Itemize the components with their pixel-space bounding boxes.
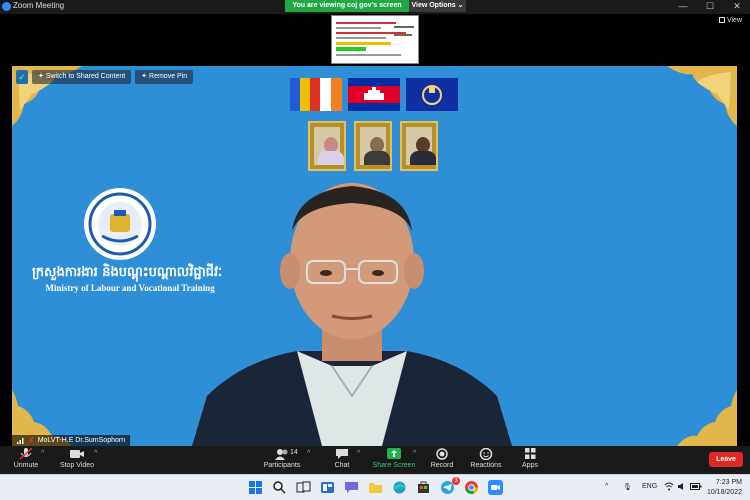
meeting-toolbar: Unmute ^ Stop Video ^ Participants 14 ^ …: [0, 446, 750, 474]
audio-options-caret-icon[interactable]: ^: [41, 450, 44, 457]
mic-muted-icon: [19, 448, 33, 460]
minimize-button[interactable]: —: [672, 0, 694, 12]
record-icon: [436, 448, 448, 460]
ministry-logo: [84, 188, 156, 260]
chat-icon: [336, 449, 348, 459]
file-explorer-icon[interactable]: [368, 480, 383, 495]
remove-pin-label: Remove Pin: [149, 73, 188, 80]
view-options-button[interactable]: View Options ⌄: [409, 0, 466, 12]
apps-icon: [525, 448, 536, 459]
battery-icon[interactable]: [690, 482, 702, 491]
apps-button[interactable]: Apps: [519, 448, 541, 469]
zoom-logo-icon: [2, 2, 11, 11]
zoom-window: Zoom Meeting You are viewing coj gov's s…: [0, 0, 750, 500]
share-screen-button[interactable]: Share Screen: [372, 448, 416, 469]
buddhist-flag: [290, 78, 342, 111]
speaker-video: [192, 183, 512, 446]
close-button[interactable]: ✕: [726, 0, 748, 12]
share-options-caret-icon[interactable]: ^: [413, 450, 416, 457]
portrait-queen-mother: [400, 121, 438, 171]
pin-icon: ✦: [38, 73, 46, 80]
wifi-icon[interactable]: [664, 482, 674, 491]
language-indicator[interactable]: ENG: [642, 483, 657, 490]
title-bar: Zoom Meeting You are viewing coj gov's s…: [0, 0, 750, 14]
pin-controls: ✓ ✦ Switch to Shared Content ✦ Remove Pi…: [16, 70, 194, 84]
ornament-bottom-left: [12, 390, 72, 446]
royal-flag: [406, 78, 458, 111]
signal-icon: [17, 438, 24, 444]
teams-chat-icon[interactable]: [344, 480, 359, 495]
participants-count: 14: [290, 449, 298, 456]
edge-browser-icon[interactable]: [392, 480, 407, 495]
mic-muted-icon: ✗: [28, 436, 35, 445]
search-icon[interactable]: [272, 480, 287, 495]
windows-taskbar: 3 ^ 🎙 ENG 7:23 PM 10/18/2022: [0, 474, 750, 500]
chat-options-caret-icon[interactable]: ^: [357, 450, 360, 457]
maximize-button[interactable]: ☐: [699, 0, 721, 12]
tray-overflow-caret-icon[interactable]: ^: [605, 483, 608, 490]
unmute-label: Unmute: [13, 462, 39, 469]
stop-video-button[interactable]: Stop Video: [58, 448, 96, 469]
leave-button[interactable]: Leave: [709, 452, 743, 467]
stop-video-label: Stop Video: [59, 462, 95, 469]
participant-name: MoLVT-H.E Dr.SumSophorn: [37, 437, 126, 444]
thumbnail-strip: View: [0, 14, 750, 66]
reactions-label: Reactions: [470, 462, 502, 469]
widgets-icon[interactable]: [320, 480, 335, 495]
view-options-label: View Options: [411, 2, 456, 9]
main-video: ✓ ✦ Switch to Shared Content ✦ Remove Pi…: [12, 66, 737, 446]
volume-icon[interactable]: [677, 482, 687, 491]
video-options-caret-icon[interactable]: ^: [94, 450, 97, 457]
participants-label: Participants: [263, 462, 301, 469]
unmute-button[interactable]: Unmute: [10, 448, 42, 469]
task-view-icon[interactable]: [296, 480, 311, 495]
grid-icon: [718, 17, 725, 24]
ornament-top-right: [667, 66, 737, 126]
view-label: View: [726, 17, 742, 24]
reactions-button[interactable]: Reactions: [470, 448, 502, 469]
video-camera-icon: [70, 450, 84, 458]
unpin-icon: ✦: [141, 73, 150, 80]
ornament-bottom-right: [677, 390, 737, 446]
view-button[interactable]: View: [718, 17, 742, 24]
shared-screen-thumbnail[interactable]: [331, 15, 419, 64]
viewing-banner: You are viewing coj gov's screen: [285, 0, 409, 12]
remove-pin-button[interactable]: ✦ Remove Pin: [135, 70, 194, 84]
system-clock[interactable]: 7:23 PM 10/18/2022: [707, 478, 742, 498]
switch-to-shared-content-button[interactable]: ✦ Switch to Shared Content: [32, 70, 132, 84]
switch-to-shared-content-label: Switch to Shared Content: [45, 73, 126, 80]
chrome-icon[interactable]: [464, 480, 479, 495]
participants-options-caret-icon[interactable]: ^: [307, 450, 310, 457]
clock-date: 10/18/2022: [706, 489, 742, 496]
shield-icon: ✓: [16, 70, 28, 84]
participant-name-tag: ✗ MoLVT-H.E Dr.SumSophorn: [12, 435, 131, 446]
smiley-icon: [479, 448, 493, 460]
clock-time: 7:23 PM: [715, 479, 742, 486]
app-title: Zoom Meeting: [13, 1, 65, 10]
chevron-down-icon: ⌄: [457, 2, 464, 9]
apps-label: Apps: [522, 462, 538, 469]
chat-button[interactable]: Chat: [330, 448, 354, 469]
chat-label: Chat: [334, 462, 350, 469]
share-screen-icon: [387, 448, 401, 459]
cambodia-flag: [348, 78, 400, 111]
telegram-badge: 3: [452, 477, 460, 485]
portrait-king-father: [354, 121, 392, 171]
portrait-king: [308, 121, 346, 171]
share-screen-label: Share Screen: [372, 462, 416, 469]
windows-start-icon[interactable]: [248, 480, 263, 495]
participants-icon: [275, 449, 288, 460]
store-icon[interactable]: [416, 480, 431, 495]
record-button[interactable]: Record: [430, 448, 454, 469]
microphone-tray-icon[interactable]: 🎙: [623, 483, 632, 491]
record-label: Record: [430, 462, 454, 469]
zoom-app-icon[interactable]: [488, 480, 503, 495]
